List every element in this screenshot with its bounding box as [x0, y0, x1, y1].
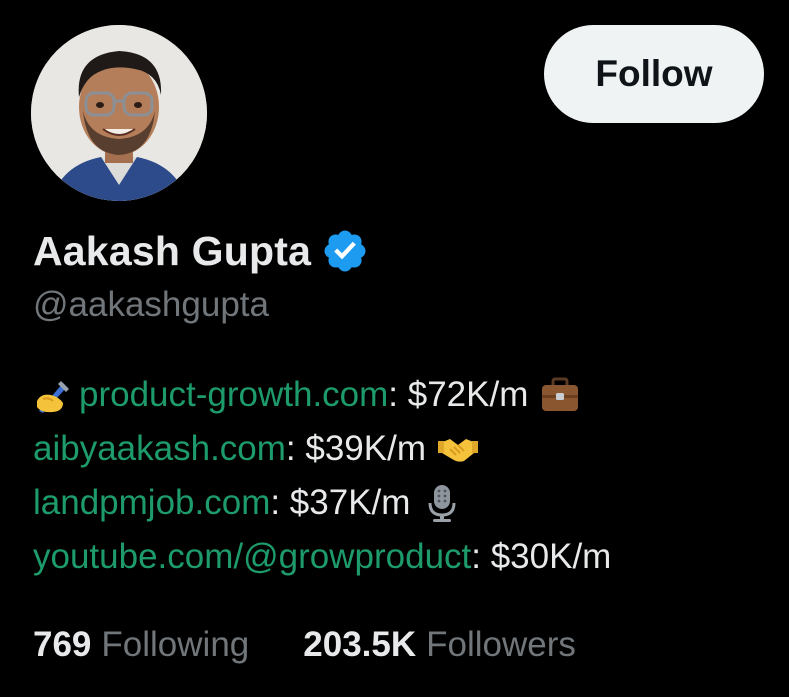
- writing-hand-emoji-icon: [37, 381, 69, 413]
- profile-name-row: Aakash Gupta: [33, 225, 369, 277]
- bio-link[interactable]: youtube.com/@growproduct: [33, 530, 471, 584]
- bio-link[interactable]: aibyaakash.com: [33, 422, 286, 476]
- bio-line: landpmjob.com : $37K/m: [33, 476, 611, 530]
- profile-stats: 769 Following 203.5K Followers: [33, 625, 576, 665]
- avatar-photo: [31, 25, 207, 201]
- profile-bio: product-growth.com : $72K/m aibyaakash.c…: [33, 368, 611, 584]
- followers-stat[interactable]: 203.5K Followers: [303, 625, 576, 665]
- following-count: 769: [33, 625, 92, 664]
- handshake-emoji-icon: [438, 439, 478, 462]
- followers-label: Followers: [426, 625, 576, 664]
- following-label: Following: [101, 625, 250, 664]
- bio-link[interactable]: landpmjob.com: [33, 476, 270, 530]
- briefcase-emoji-icon: [542, 377, 579, 411]
- followers-count: 203.5K: [303, 625, 417, 664]
- profile-handle: @aakashgupta: [33, 285, 269, 324]
- bio-text: : $37K/m: [270, 483, 411, 522]
- follow-button[interactable]: Follow: [544, 25, 764, 123]
- bio-text: : $39K/m: [285, 429, 426, 468]
- bio-line: aibyaakash.com : $39K/m: [33, 422, 611, 476]
- bio-link[interactable]: product-growth.com: [79, 368, 388, 422]
- bio-line: youtube.com/@growproduct : $30K/m: [33, 530, 611, 584]
- profile-avatar[interactable]: [31, 25, 207, 201]
- bio-line: product-growth.com : $72K/m: [33, 368, 611, 422]
- microphone-emoji-icon: [428, 485, 456, 522]
- display-name: Aakash Gupta: [33, 227, 312, 274]
- following-stat[interactable]: 769 Following: [33, 625, 249, 665]
- bio-text: : $72K/m: [388, 375, 529, 414]
- bio-text: : $30K/m: [471, 537, 612, 576]
- verified-badge-icon[interactable]: [321, 227, 369, 275]
